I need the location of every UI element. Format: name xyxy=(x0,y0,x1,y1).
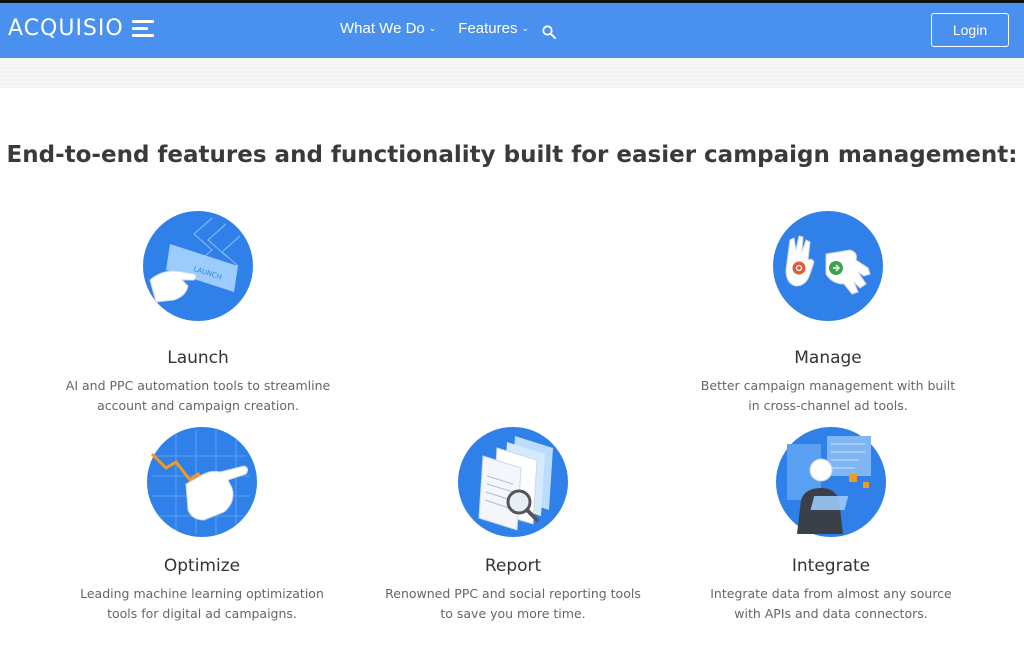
feature-description: Leading machine learning optimization to… xyxy=(62,584,342,624)
chevron-down-icon: ⌄ xyxy=(521,23,530,33)
search-icon[interactable] xyxy=(542,25,556,39)
feature-description: AI and PPC automation tools to streamlin… xyxy=(58,376,338,416)
feature-title: Optimize xyxy=(163,556,241,576)
feature-description: Better campaign management with built in… xyxy=(688,376,968,416)
main-nav: What We Do ⌄ Features ⌄ xyxy=(340,20,551,37)
nav-item-what-we-do[interactable]: What We Do ⌄ xyxy=(340,20,436,37)
feature-title: Manage xyxy=(794,348,862,368)
optimize-illustration-icon xyxy=(147,427,257,537)
feature-description: Renowned PPC and social reporting tools … xyxy=(373,584,653,624)
feature-title: Integrate xyxy=(791,556,871,576)
integrate-illustration-icon xyxy=(776,427,886,537)
feature-title: Launch xyxy=(167,348,229,368)
feature-desc-line: with APIs and data connectors. xyxy=(734,606,928,621)
feature-desc-line: account and campaign creation. xyxy=(97,398,299,413)
brand-name: ACQUISIO xyxy=(8,16,124,41)
brand-logo[interactable]: ACQUISIO xyxy=(8,16,154,41)
chevron-down-icon: ⌄ xyxy=(428,23,437,33)
feature-desc-line: in cross-channel ad tools. xyxy=(748,398,908,413)
report-illustration-icon xyxy=(458,427,568,537)
nav-item-features[interactable]: Features ⌄ xyxy=(458,20,529,37)
feature-optimize: Optimize Leading machine learning optimi… xyxy=(62,426,342,624)
feature-title: Report xyxy=(484,556,542,576)
launch-illustration-icon: LAUNCH xyxy=(143,211,253,321)
feature-report: Report Renowned PPC and social reporting… xyxy=(373,426,653,624)
manage-illustration-icon xyxy=(773,211,883,321)
feature-manage: Manage Better campaign management with b… xyxy=(688,210,968,416)
feature-description: Integrate data from almost any source wi… xyxy=(691,584,971,624)
feature-desc-line: to save you more time. xyxy=(440,606,586,621)
page-headline: End-to-end features and functionality bu… xyxy=(6,142,1018,168)
navbar: ACQUISIO What We Do ⌄ Features ⌄ Login xyxy=(0,3,1024,58)
feature-desc-line: Better campaign management with built xyxy=(700,378,956,393)
feature-desc-line: tools for digital ad campaigns. xyxy=(107,606,297,621)
nav-item-label: What We Do xyxy=(340,20,425,37)
subnav-strip xyxy=(0,58,1024,88)
logo-bars-icon xyxy=(131,20,154,37)
feature-launch: LAUNCH Launch AI and PPC automation tool… xyxy=(58,210,338,416)
feature-integrate: Integrate Integrate data from almost any… xyxy=(691,426,971,624)
feature-desc-line: AI and PPC automation tools to streamlin… xyxy=(65,378,331,393)
login-button[interactable]: Login xyxy=(931,13,1009,47)
feature-desc-line: Renowned PPC and social reporting tools xyxy=(385,586,641,601)
feature-desc-line: Integrate data from almost any source xyxy=(710,586,952,601)
feature-desc-line: Leading machine learning optimization xyxy=(80,586,324,601)
nav-item-label: Features xyxy=(458,20,518,37)
